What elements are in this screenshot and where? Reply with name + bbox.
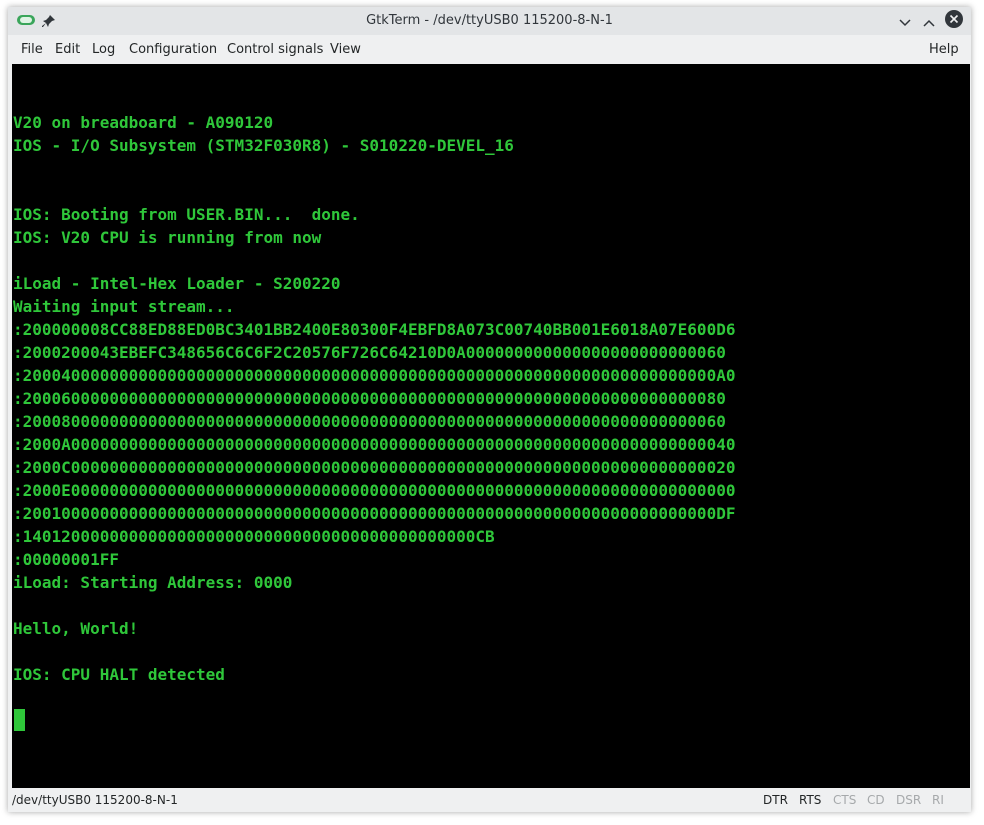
menu-help[interactable]: Help <box>929 35 959 64</box>
menu-control-signals[interactable]: Control signals <box>227 35 323 64</box>
terminal-cursor <box>14 709 25 731</box>
terminal-line: :140120000000000000000000000000000000000… <box>13 527 495 546</box>
menu-file[interactable]: File <box>21 35 43 64</box>
signal-rts: RTS <box>799 793 822 807</box>
terminal-line: :200100000000000000000000000000000000000… <box>13 504 736 523</box>
signal-ri: RI <box>932 793 944 807</box>
signal-dtr: DTR <box>763 793 788 807</box>
terminal-line: :200000008CC88ED88ED0BC3401BB2400E80300F… <box>13 320 736 339</box>
terminal-line: iLoad: Starting Address: 0000 <box>13 573 293 592</box>
terminal-line: Hello, World! <box>13 619 139 638</box>
title-bar[interactable]: GtkTerm - /dev/ttyUSB0 115200-8-N-1 <box>8 7 971 35</box>
close-icon <box>944 9 964 33</box>
window-title: GtkTerm - /dev/ttyUSB0 115200-8-N-1 <box>366 13 613 28</box>
status-bar: /dev/ttyUSB0 115200-8-N-1 DTR RTS CTS CD… <box>8 788 971 812</box>
terminal-line: :2000C0000000000000000000000000000000000… <box>13 458 736 477</box>
terminal-line: :200060000000000000000000000000000000000… <box>13 389 726 408</box>
terminal-line: :200040000000000000000000000000000000000… <box>13 366 736 385</box>
terminal-line: V20 on breadboard - A090120 <box>13 113 274 132</box>
terminal-line: IOS: CPU HALT detected <box>13 665 225 684</box>
signal-cd: CD <box>867 793 885 807</box>
maximize-button[interactable] <box>918 10 940 32</box>
terminal-line: :00000001FF <box>13 550 119 569</box>
menu-configuration[interactable]: Configuration <box>129 35 217 64</box>
terminal-line: IOS: Booting from USER.BIN... done. <box>13 205 360 224</box>
port-settings-label: /dev/ttyUSB0 115200-8-N-1 <box>12 793 178 807</box>
signal-cts: CTS <box>833 793 857 807</box>
gtkterm-window: GtkTerm - /dev/ttyUSB0 115200-8-N-1 File… <box>8 7 971 812</box>
terminal-area[interactable]: V20 on breadboard - A090120 IOS - I/O Su… <box>12 64 970 788</box>
minimize-icon <box>899 12 911 31</box>
minimize-button[interactable] <box>894 10 916 32</box>
terminal-line: IOS: V20 CPU is running from now <box>13 228 322 247</box>
terminal-line: Waiting input stream... <box>13 297 235 316</box>
signal-dsr: DSR <box>896 793 922 807</box>
terminal-line: :2000A0000000000000000000000000000000000… <box>13 435 736 454</box>
terminal-line: iLoad - Intel-Hex Loader - S200220 <box>13 274 341 293</box>
terminal-line: :2000200043EBEFC348656C6C6F2C20576F726C6… <box>13 343 726 362</box>
terminal-line: IOS - I/O Subsystem (STM32F030R8) - S010… <box>13 136 514 155</box>
menu-log[interactable]: Log <box>92 35 115 64</box>
maximize-icon <box>923 12 935 31</box>
menu-bar: File Edit Log Configuration Control sign… <box>8 35 971 64</box>
menu-view[interactable]: View <box>330 35 361 64</box>
close-button[interactable] <box>943 10 965 32</box>
terminal-line: :2000E0000000000000000000000000000000000… <box>13 481 736 500</box>
menu-edit[interactable]: Edit <box>55 35 80 64</box>
terminal-line: :200080000000000000000000000000000000000… <box>13 412 726 431</box>
